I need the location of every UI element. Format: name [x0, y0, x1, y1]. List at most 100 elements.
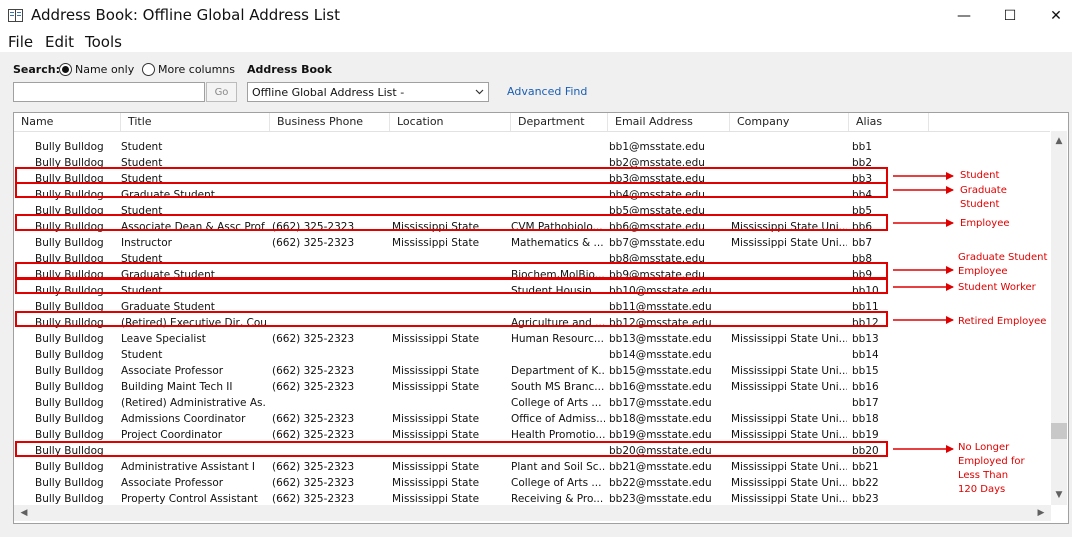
- cell-email: bb8@msstate.edu: [609, 253, 705, 265]
- scroll-right-icon[interactable]: ▶: [1033, 505, 1049, 521]
- cell-name: Bully Bulldog: [35, 381, 104, 393]
- menu-edit[interactable]: Edit: [45, 33, 74, 51]
- cell-email: bb13@msstate.edu: [609, 333, 712, 345]
- close-button[interactable]: ✕: [1033, 0, 1072, 32]
- cell-name: Bully Bulldog: [35, 301, 104, 313]
- cell-department: Human Resourc...: [511, 333, 604, 345]
- annotation-graduate-line1: Graduate: [960, 185, 1007, 196]
- cell-title: Student: [121, 141, 163, 153]
- cell-department: Biochem,MolBio...: [511, 269, 605, 281]
- cell-phone: (662) 325-2323: [272, 237, 355, 249]
- annotation-retired: Retired Employee: [958, 316, 1047, 327]
- cell-email: bb2@msstate.edu: [609, 157, 705, 169]
- cell-company: Mississippi State Uni...: [731, 461, 847, 473]
- cell-email: bb3@msstate.edu: [609, 173, 705, 185]
- cell-department: Health Promotio...: [511, 429, 605, 441]
- cell-phone: (662) 325-2323: [272, 493, 355, 505]
- annotation-no-longer-line3: Less Than: [958, 470, 1009, 481]
- cell-phone: (662) 325-2323: [272, 333, 355, 345]
- cell-title: Associate Professor: [121, 477, 224, 489]
- cell-title: Student: [121, 285, 163, 297]
- scroll-thumb[interactable]: [1051, 423, 1067, 439]
- annotation-no-longer-line4: 120 Days: [958, 484, 1006, 495]
- menu-file[interactable]: File: [8, 33, 33, 51]
- cell-email: bb7@msstate.edu: [609, 237, 705, 249]
- cell-email: bb14@msstate.edu: [609, 349, 712, 361]
- more-columns-radio[interactable]: [142, 63, 155, 76]
- cell-title: Graduate Student: [121, 189, 215, 201]
- cell-name: Bully Bulldog: [35, 253, 104, 265]
- cell-title: Administrative Assistant I: [121, 461, 256, 473]
- cell-email: bb1@msstate.edu: [609, 141, 705, 153]
- cell-department: Student Housin...: [511, 285, 602, 297]
- cell-department: Agriculture and ...: [511, 317, 605, 329]
- cell-company: Mississippi State Uni...: [731, 429, 847, 441]
- cell-location: Mississippi State: [392, 493, 480, 505]
- cell-email: bb4@msstate.edu: [609, 189, 705, 201]
- cell-name: Bully Bulldog: [35, 157, 104, 169]
- cell-department: Office of Admiss...: [511, 413, 605, 425]
- window-title: Address Book: Offline Global Address Lis…: [31, 6, 340, 24]
- cell-phone: (662) 325-2323: [272, 477, 355, 489]
- maximize-button[interactable]: ☐: [987, 0, 1033, 32]
- cell-company: Mississippi State Uni...: [731, 237, 847, 249]
- cell-name: Bully Bulldog: [35, 173, 104, 185]
- vertical-scrollbar[interactable]: ▲ ▼: [1051, 131, 1067, 505]
- cell-phone: (662) 325-2323: [272, 461, 355, 473]
- cell-location: Mississippi State: [392, 221, 480, 233]
- cell-email: bb6@msstate.edu: [609, 221, 705, 233]
- cell-title: Student: [121, 253, 163, 265]
- cell-name: Bully Bulldog: [35, 221, 104, 233]
- cell-title: Student: [121, 349, 163, 361]
- cell-company: Mississippi State Uni...: [731, 365, 847, 377]
- go-button[interactable]: Go: [206, 82, 237, 102]
- cell-title: Student: [121, 205, 163, 217]
- cell-title: Admissions Coordinator: [121, 413, 246, 425]
- search-label: Search:: [13, 63, 60, 76]
- advanced-find-link[interactable]: Advanced Find: [507, 85, 587, 98]
- cell-email: bb5@msstate.edu: [609, 205, 705, 217]
- cell-email: bb18@msstate.edu: [609, 413, 712, 425]
- scroll-up-icon[interactable]: ▲: [1051, 133, 1067, 149]
- annotation-employee: Employee: [960, 218, 1010, 229]
- cell-title: Property Control Assistant: [121, 493, 258, 505]
- cell-name: Bully Bulldog: [35, 413, 104, 425]
- cell-name: Bully Bulldog: [35, 141, 104, 153]
- cell-phone: (662) 325-2323: [272, 365, 355, 377]
- name-only-radio[interactable]: [59, 63, 72, 76]
- cell-phone: (662) 325-2323: [272, 413, 355, 425]
- cell-department: Department of K...: [511, 365, 605, 377]
- more-columns-label[interactable]: More columns: [158, 63, 235, 76]
- cell-department: College of Arts ...: [511, 397, 602, 409]
- address-book-icon: [8, 9, 23, 22]
- cell-location: Mississippi State: [392, 333, 480, 345]
- cell-location: Mississippi State: [392, 429, 480, 441]
- cell-email: bb19@msstate.edu: [609, 429, 712, 441]
- annotation-arrows: [893, 172, 954, 453]
- name-only-label[interactable]: Name only: [75, 63, 134, 76]
- cell-title: Instructor: [121, 237, 172, 249]
- cell-name: Bully Bulldog: [35, 189, 104, 201]
- cell-name: Bully Bulldog: [35, 477, 104, 489]
- cell-name: Bully Bulldog: [35, 333, 104, 345]
- address-book-label: Address Book: [247, 63, 332, 76]
- scroll-left-icon[interactable]: ◀: [16, 505, 32, 521]
- scroll-down-icon[interactable]: ▼: [1051, 487, 1067, 503]
- cell-title: Building Maint Tech II: [121, 381, 233, 393]
- cell-email: bb23@msstate.edu: [609, 493, 712, 505]
- chevron-down-icon: [475, 89, 484, 95]
- annotation-grad-employee-line2: Employee: [958, 266, 1008, 277]
- cell-email: bb22@msstate.edu: [609, 477, 712, 489]
- cell-location: Mississippi State: [392, 461, 480, 473]
- address-book-select[interactable]: Offline Global Address List -: [247, 82, 489, 102]
- cell-title: Student: [121, 173, 163, 185]
- cell-title: Project Coordinator: [121, 429, 223, 441]
- search-input[interactable]: [13, 82, 205, 102]
- cell-location: Mississippi State: [392, 477, 480, 489]
- menu-tools[interactable]: Tools: [85, 33, 122, 51]
- cell-name: Bully Bulldog: [35, 285, 104, 297]
- cell-email: bb9@msstate.edu: [609, 269, 705, 281]
- cell-company: Mississippi State Uni...: [731, 333, 847, 345]
- cell-location: Mississippi State: [392, 237, 480, 249]
- annotation-graduate-line2: Student: [960, 199, 1000, 210]
